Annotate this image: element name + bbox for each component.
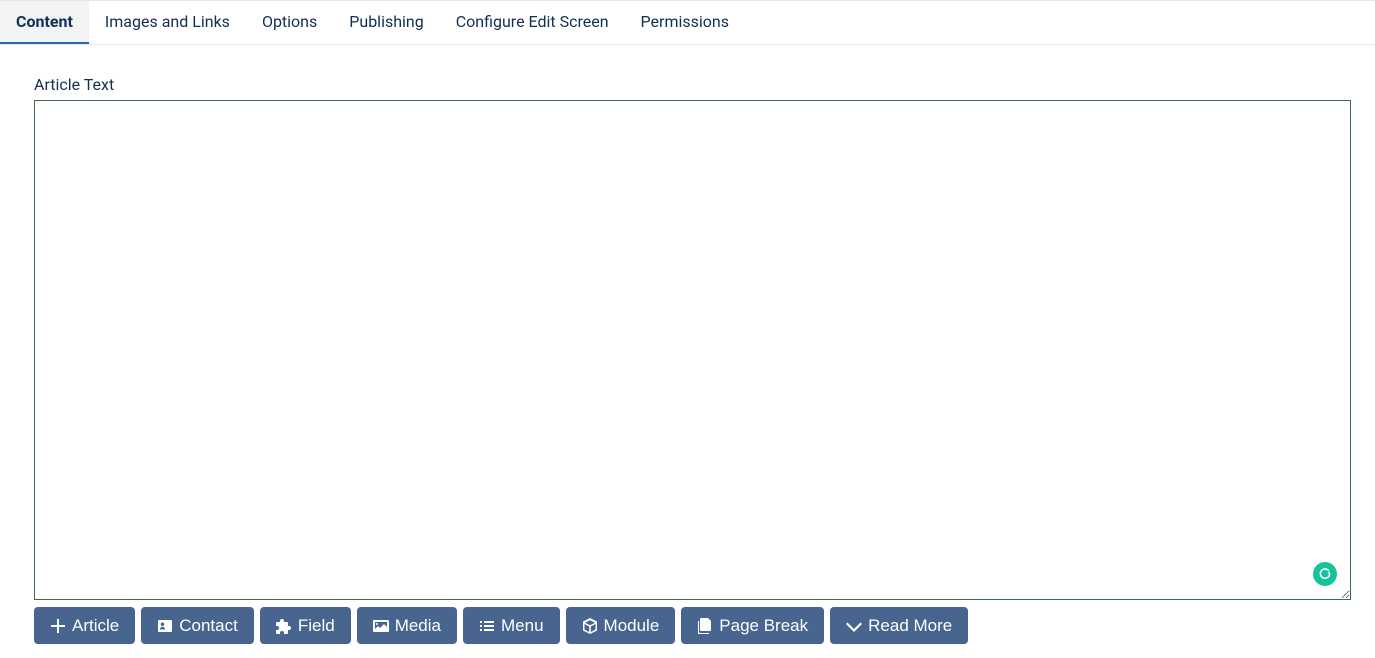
address-card-icon — [157, 618, 173, 634]
page-break-button[interactable]: Page Break — [681, 607, 824, 644]
content-panel: Article Text Article Contact Field — [0, 45, 1365, 658]
article-text-label: Article Text — [34, 75, 1351, 94]
read-more-button-label: Read More — [868, 617, 952, 634]
article-text-input[interactable] — [34, 100, 1351, 600]
plus-icon — [50, 618, 66, 634]
contact-button-label: Contact — [179, 617, 238, 634]
field-button[interactable]: Field — [260, 607, 351, 644]
editor-button-row: Article Contact Field Media Menu — [34, 607, 1351, 644]
cube-icon — [582, 618, 598, 634]
module-button[interactable]: Module — [566, 607, 676, 644]
copy-icon — [697, 618, 713, 634]
article-button[interactable]: Article — [34, 607, 135, 644]
menu-button-label: Menu — [501, 617, 544, 634]
image-icon — [373, 618, 389, 634]
tab-bar: Content Images and Links Options Publish… — [0, 0, 1375, 45]
editor-wrap — [34, 100, 1351, 600]
puzzle-icon — [276, 618, 292, 634]
module-button-label: Module — [604, 617, 660, 634]
grammarly-icon[interactable] — [1313, 562, 1337, 586]
tab-permissions[interactable]: Permissions — [625, 1, 745, 44]
tab-images-and-links[interactable]: Images and Links — [89, 1, 246, 44]
tab-content[interactable]: Content — [0, 1, 89, 44]
media-button[interactable]: Media — [357, 607, 457, 644]
media-button-label: Media — [395, 617, 441, 634]
chevron-down-icon — [846, 618, 862, 634]
tab-options[interactable]: Options — [246, 1, 333, 44]
menu-button[interactable]: Menu — [463, 607, 560, 644]
tab-configure-edit-screen[interactable]: Configure Edit Screen — [440, 1, 625, 44]
article-button-label: Article — [72, 617, 119, 634]
contact-button[interactable]: Contact — [141, 607, 254, 644]
page-break-button-label: Page Break — [719, 617, 808, 634]
tab-publishing[interactable]: Publishing — [333, 1, 439, 44]
field-button-label: Field — [298, 617, 335, 634]
read-more-button[interactable]: Read More — [830, 607, 968, 644]
list-icon — [479, 618, 495, 634]
